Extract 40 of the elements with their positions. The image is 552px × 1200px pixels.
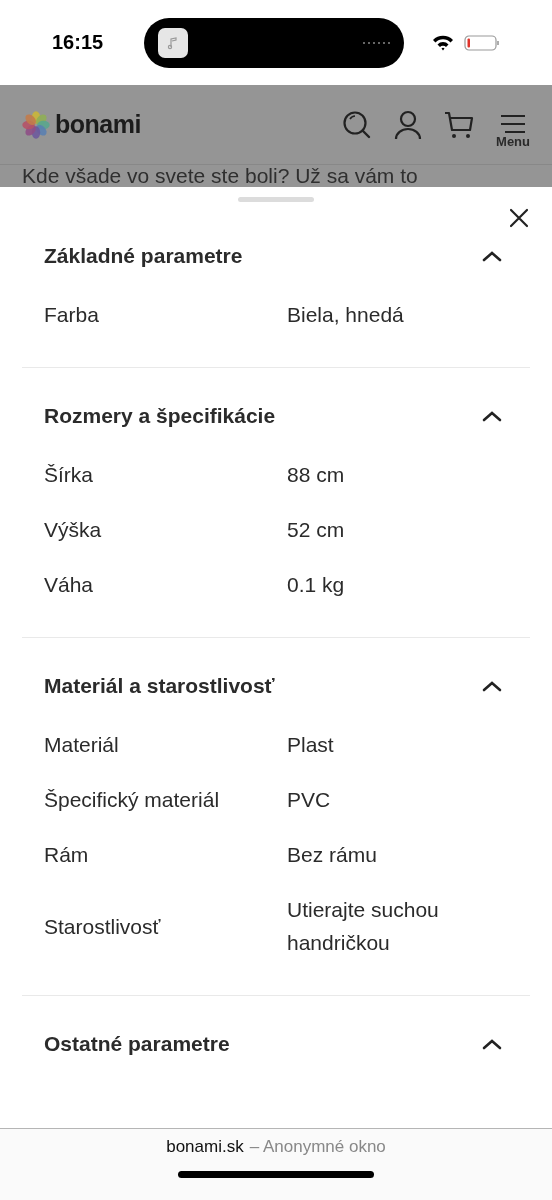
status-time: 16:15	[52, 31, 105, 54]
user-icon[interactable]	[394, 109, 423, 140]
browser-mode: – Anonymné okno	[249, 1137, 386, 1157]
parameter-label: Výška	[44, 517, 103, 543]
cart-icon[interactable]	[444, 109, 475, 140]
parameter-label: Váha	[44, 572, 95, 598]
battery-icon	[464, 33, 500, 52]
parameter-value: 0.1 kg	[287, 572, 346, 598]
parameter-value: Utierajte suchou handričkou	[287, 897, 440, 956]
parameter-label: Farba	[44, 302, 100, 328]
parameter-label: Starostlivosť	[44, 913, 162, 940]
section-header[interactable]: Rozmery a špecifikácie	[44, 404, 508, 428]
flower-logo-icon	[22, 110, 50, 139]
section-header[interactable]: Základné parametre	[44, 244, 508, 268]
parameter-label: Materiál	[44, 732, 120, 758]
chevron-up-icon	[482, 1038, 502, 1050]
browser-domain: bonami.sk	[166, 1137, 244, 1157]
chevron-up-icon	[482, 680, 502, 692]
parameter-value: Bez rámu	[287, 842, 378, 868]
search-icon[interactable]	[342, 109, 373, 140]
parameter-label: Špecifický materiál	[44, 787, 221, 813]
menu-button[interactable]: Menu	[496, 114, 530, 149]
parameter-value: PVC	[287, 787, 332, 813]
close-button[interactable]	[508, 207, 530, 229]
drag-handle[interactable]	[238, 197, 314, 202]
section-header[interactable]: Materiál a starostlivosť	[44, 674, 508, 698]
logo-text: bonami	[55, 110, 141, 139]
parameter-value: Biela, hnedá	[287, 302, 405, 328]
parameter-label: Šírka	[44, 462, 94, 488]
chevron-up-icon	[482, 250, 502, 262]
parameter-value: 52 cm	[287, 517, 346, 543]
wifi-icon	[432, 34, 454, 51]
section-header[interactable]: Ostatné parametre	[44, 1032, 508, 1056]
chevron-up-icon	[482, 410, 502, 422]
menu-icon[interactable]	[500, 114, 526, 134]
parameter-value: Plast	[287, 732, 335, 758]
music-note-icon	[158, 27, 188, 58]
parameter-label: Rám	[44, 842, 90, 868]
parameter-value: 88 cm	[287, 462, 346, 488]
page-text: Kde všade vo svete ste boli? Už sa vám to	[0, 165, 552, 187]
